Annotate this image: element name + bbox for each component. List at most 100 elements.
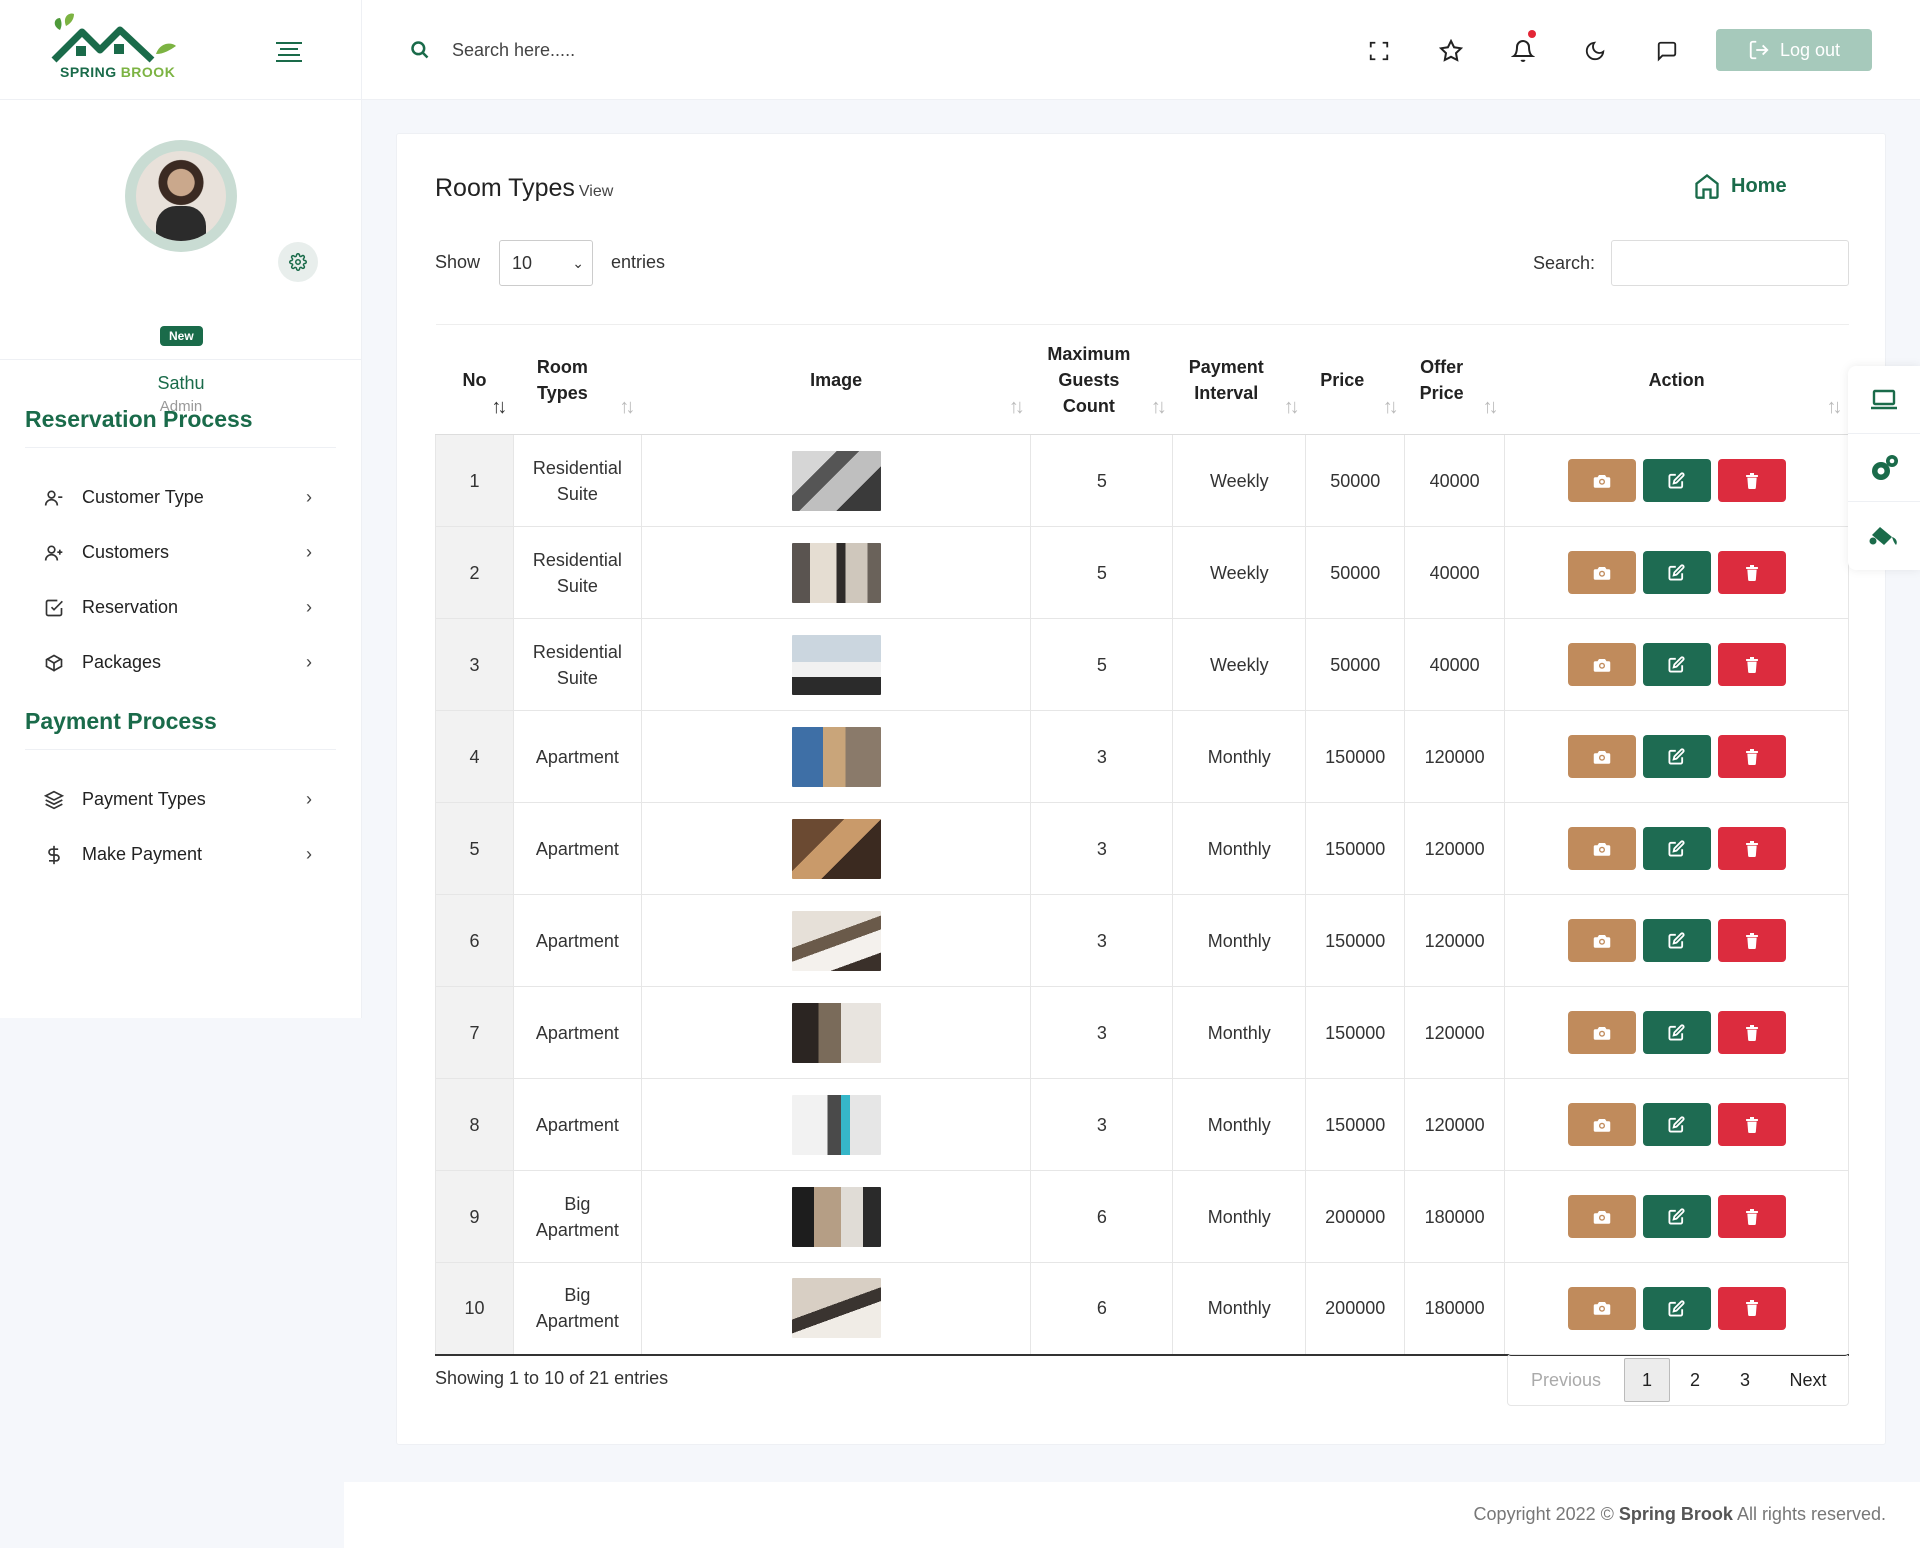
sidebar-item-label: Payment Types (82, 789, 206, 809)
upload-image-button[interactable] (1567, 1011, 1636, 1054)
delete-button[interactable] (1717, 1103, 1786, 1146)
pagination-next[interactable]: Next (1770, 1355, 1846, 1405)
column-header-price[interactable]: Price ↑↓ (1305, 324, 1405, 435)
upload-image-button[interactable] (1567, 459, 1636, 502)
edit-button[interactable] (1642, 1286, 1711, 1330)
room-thumbnail[interactable] (791, 1278, 881, 1339)
logout-button[interactable]: Log out (1716, 29, 1872, 71)
column-header-payment-interval[interactable]: Payment Interval ↑↓ (1172, 324, 1306, 435)
sidebar-item-customer-type[interactable]: Customer Type › (0, 470, 361, 525)
column-header-image[interactable]: Image ↑↓ (641, 324, 1031, 435)
delete-button[interactable] (1717, 551, 1786, 594)
sidebar-item-make-payment[interactable]: Make Payment › (0, 827, 361, 882)
delete-button[interactable] (1717, 1011, 1786, 1054)
cell-image (640, 618, 1032, 711)
home-link[interactable]: Home (1693, 172, 1787, 200)
sidebar-item-label: Customer Type (82, 487, 204, 507)
new-badge: New (160, 326, 203, 346)
room-thumbnail[interactable] (791, 1186, 881, 1247)
room-thumbnail[interactable] (791, 1094, 881, 1155)
delete-button[interactable] (1717, 1195, 1786, 1238)
table-search-input[interactable] (1611, 240, 1849, 286)
cell-no: 3 (435, 618, 514, 711)
trash-icon (1745, 656, 1758, 673)
room-thumbnail[interactable] (791, 818, 881, 879)
row-actions (1505, 827, 1848, 870)
upload-image-button[interactable] (1567, 827, 1636, 870)
global-search-input[interactable] (452, 36, 752, 64)
delete-button[interactable] (1717, 735, 1786, 778)
delete-button[interactable] (1717, 459, 1786, 502)
sidebar-item-reservation[interactable]: Reservation › (0, 580, 361, 635)
chevron-right-icon: › (306, 487, 312, 507)
floating-tool-panel (1848, 366, 1920, 570)
chevron-right-icon: › (306, 844, 312, 864)
column-header-no[interactable]: No ↑↓ (435, 324, 514, 435)
message-icon[interactable] (1654, 38, 1680, 64)
table-row: 2 Residential Suite 5 Weekly 50000 40000 (435, 526, 1849, 619)
cell-actions (1504, 710, 1849, 803)
upload-image-button[interactable] (1567, 551, 1636, 594)
sidebar-item-payment-types[interactable]: Payment Types › (0, 772, 361, 827)
edit-button[interactable] (1642, 1195, 1711, 1238)
row-actions (1505, 551, 1848, 594)
fullscreen-icon[interactable] (1366, 38, 1392, 64)
upload-image-button[interactable] (1567, 1103, 1636, 1146)
delete-button[interactable] (1717, 919, 1786, 962)
delete-button[interactable] (1717, 827, 1786, 870)
upload-image-button[interactable] (1567, 919, 1636, 962)
column-header-label: No (462, 369, 487, 390)
menu-toggle-icon[interactable] (276, 38, 302, 62)
room-thumbnail[interactable] (791, 542, 881, 603)
edit-button[interactable] (1642, 919, 1711, 962)
sidebar-item-label: Make Payment (82, 844, 203, 864)
copyright-brand[interactable]: Spring Brook (1619, 1504, 1733, 1524)
edit-button[interactable] (1642, 643, 1711, 686)
entries-select[interactable]: 10 ⌄ (499, 240, 593, 286)
upload-image-button[interactable] (1567, 1286, 1636, 1330)
edit-button[interactable] (1642, 551, 1711, 594)
upload-image-button[interactable] (1567, 643, 1636, 686)
page-footer: Copyright 2022 © Spring Brook All rights… (344, 1482, 1920, 1548)
upload-image-button[interactable] (1567, 1195, 1636, 1238)
upload-image-button[interactable] (1567, 735, 1636, 778)
moon-icon[interactable] (1582, 38, 1608, 64)
edit-button[interactable] (1642, 735, 1711, 778)
delete-button[interactable] (1717, 643, 1786, 686)
edit-button[interactable] (1642, 459, 1711, 502)
gears-icon[interactable] (1848, 434, 1920, 502)
column-header-offer-price[interactable]: Offer Price ↑↓ (1404, 324, 1505, 435)
room-thumbnail[interactable] (791, 910, 881, 971)
profile-settings-button[interactable] (278, 242, 318, 282)
trash-icon (1745, 1024, 1758, 1041)
room-thumbnail[interactable] (791, 450, 881, 511)
pagination-page-2[interactable]: 2 (1670, 1355, 1720, 1405)
chevron-right-icon: › (306, 652, 312, 672)
edit-icon (1668, 748, 1685, 765)
pagination-page-1[interactable]: 1 (1624, 1358, 1670, 1402)
delete-button[interactable] (1717, 1286, 1786, 1330)
column-header-action[interactable]: Action ↑↓ (1504, 324, 1849, 435)
avatar[interactable] (136, 151, 226, 241)
cell-offer-price: 40000 (1404, 618, 1506, 711)
search-icon[interactable] (410, 40, 430, 60)
room-thumbnail[interactable] (791, 726, 881, 787)
sidebar-item-packages[interactable]: Packages › (0, 635, 361, 690)
paint-bucket-icon[interactable] (1848, 502, 1920, 570)
pagination-page-3[interactable]: 3 (1720, 1355, 1770, 1405)
edit-button[interactable] (1642, 827, 1711, 870)
room-thumbnail[interactable] (791, 634, 881, 695)
bell-icon[interactable] (1510, 30, 1536, 64)
column-header-max-guests[interactable]: Maximum Guests Count ↑↓ (1030, 324, 1173, 435)
star-icon[interactable] (1438, 38, 1464, 64)
sidebar-item-customers[interactable]: Customers › (0, 525, 361, 580)
user-name: Sathu (157, 373, 205, 393)
laptop-icon[interactable] (1848, 366, 1920, 434)
copyright-suffix: All rights reserved. (1736, 1504, 1886, 1524)
column-header-room-types[interactable]: Room Types ↑↓ (513, 324, 642, 435)
edit-button[interactable] (1642, 1103, 1711, 1146)
payment-nav: Payment Types › Make Payment › (0, 750, 361, 882)
room-thumbnail[interactable] (791, 1002, 881, 1063)
edit-button[interactable] (1642, 1011, 1711, 1054)
pagination-previous[interactable]: Previous (1508, 1355, 1624, 1405)
